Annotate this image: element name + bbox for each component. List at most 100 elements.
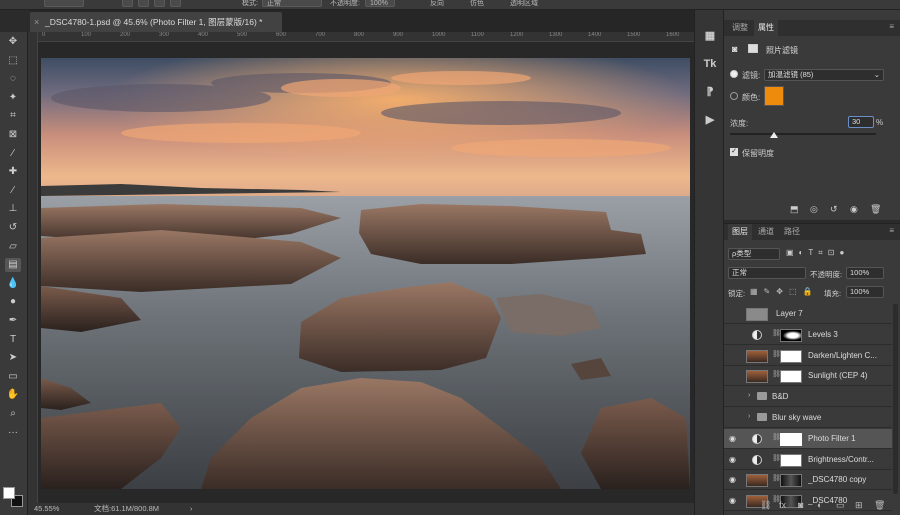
play-action-icon[interactable]: ▶ [701, 112, 719, 128]
zoom-level[interactable]: 45.55% [34, 503, 59, 515]
tab-paths[interactable]: 路径 [780, 224, 804, 240]
type-icon[interactable]: T [5, 333, 21, 347]
blur-icon[interactable]: 💧 [5, 277, 21, 291]
layer-row[interactable]: ⛓ Sunlight (CEP 4) [724, 366, 892, 387]
layer-kind-filter[interactable]: ρ类型 [728, 248, 780, 260]
mode-button-3[interactable] [154, 0, 165, 7]
status-menu-arrow-icon[interactable]: › [190, 503, 193, 515]
zoom-icon[interactable]: ⌕ [5, 407, 21, 421]
density-slider-thumb[interactable] [769, 132, 778, 138]
history-brush-icon[interactable]: ↺ [5, 221, 21, 235]
layer-row[interactable]: ⛓ Darken/Lighten C... [724, 346, 892, 366]
mode-button-4[interactable] [170, 0, 181, 7]
layer-row[interactable]: ◉ ⛓ Brightness/Contr... [724, 450, 892, 470]
layer-row[interactable]: Layer 7 [724, 304, 892, 324]
eye-hidden-icon[interactable] [729, 330, 739, 340]
fx-icon[interactable]: fx [779, 500, 786, 510]
layers-scrollbar[interactable] [893, 304, 898, 494]
paragraph-icon[interactable]: ⁋ [701, 84, 719, 100]
filter-radio[interactable] [730, 70, 738, 78]
layers-menu-icon[interactable]: ≡ [889, 226, 894, 235]
brush-icon[interactable]: ∕ [5, 184, 21, 198]
dither-checkbox[interactable]: 仿色 [470, 0, 484, 8]
eye-hidden-icon[interactable] [729, 351, 739, 361]
delete-icon[interactable]: 🗑 [870, 204, 881, 215]
document-image[interactable] [41, 58, 690, 489]
lock-icons[interactable]: ▦✎✥⬚🔒 [750, 287, 818, 296]
tab-adjustments[interactable]: 调整 [728, 20, 752, 36]
eye-icon[interactable]: ◉ [729, 455, 739, 465]
eye-hidden-icon[interactable] [729, 371, 739, 381]
mask-icon[interactable]: ◙ [798, 500, 803, 510]
layer-filter-icons[interactable]: ▣◐T⌗⊡● [786, 248, 849, 258]
eyedropper-icon[interactable]: ⁄ [5, 147, 21, 161]
reset-icon[interactable]: ↺ [830, 204, 838, 215]
marquee-icon[interactable]: ⬚ [5, 54, 21, 68]
brush-preset-picker[interactable] [44, 0, 84, 7]
clip-to-layer-icon[interactable]: ⬒ [790, 204, 799, 215]
link-icon[interactable]: ⛓ [760, 500, 771, 511]
close-tab-icon[interactable]: × [34, 12, 39, 32]
character-icon[interactable]: Tk [701, 56, 719, 72]
foreground-color-swatch[interactable] [3, 487, 15, 499]
preserve-luminosity-checkbox[interactable]: ✓ [730, 148, 738, 156]
reverse-checkbox[interactable]: 反向 [430, 0, 444, 8]
lasso-icon[interactable]: ◌ [5, 72, 21, 86]
pen-icon[interactable]: ✒ [5, 314, 21, 328]
color-swatches[interactable] [3, 487, 25, 509]
shape-icon[interactable]: ▭ [5, 370, 21, 384]
clone-stamp-icon[interactable]: ⊥ [5, 202, 21, 216]
layer-name: _DSC4780 copy [808, 475, 867, 485]
layer-row[interactable]: ⛓ Levels 3 [724, 325, 892, 345]
layers-comp-icon[interactable]: ▦ [701, 28, 719, 44]
visibility-icon[interactable]: ◉ [850, 204, 858, 215]
tab-properties[interactable]: 属性 [754, 20, 778, 36]
mode-select[interactable]: 正常 [262, 0, 322, 7]
canvas-area[interactable] [38, 42, 694, 503]
more-tools-icon[interactable]: ··· [5, 426, 21, 440]
transparency-checkbox[interactable]: 透明区域 [510, 0, 538, 8]
path-selection-icon[interactable]: ➤ [5, 351, 21, 365]
dodge-icon[interactable]: ● [5, 295, 21, 309]
layer-row[interactable]: › Blur sky wave [724, 408, 892, 428]
magic-wand-icon[interactable]: ✦ [5, 91, 21, 105]
group-icon[interactable]: ▭ [836, 500, 845, 511]
layer-opacity-field[interactable]: 100% [846, 267, 884, 279]
tab-layers[interactable]: 图层 [728, 224, 752, 240]
opacity-field[interactable]: 100% [365, 0, 395, 7]
layer-row[interactable]: ◉ ⛓ _DSC4780 copy [724, 470, 892, 491]
gradient-icon[interactable]: ▤ [5, 258, 21, 273]
fill-field[interactable]: 100% [846, 286, 884, 298]
eye-icon[interactable]: ◉ [729, 434, 739, 444]
color-radio[interactable] [730, 92, 738, 100]
layer-row[interactable]: ◉ ⛓ Photo Filter 1 [724, 428, 892, 449]
eraser-icon[interactable]: ▱ [5, 240, 21, 254]
view-previous-icon[interactable]: ◎ [810, 204, 818, 215]
document-tab[interactable]: × _DSC4780-1.psd @ 45.6% (Photo Filter 1… [30, 12, 282, 32]
new-layer-icon[interactable]: ⊞ [855, 500, 863, 511]
mode-button-1[interactable] [122, 0, 133, 7]
eye-hidden-icon[interactable] [729, 309, 739, 319]
eye-hidden-icon[interactable] [729, 392, 739, 402]
move-icon[interactable]: ✥ [5, 35, 21, 49]
blend-mode-select[interactable]: 正常 [728, 267, 806, 279]
panel-menu-icon[interactable]: ≡ [889, 22, 894, 31]
tab-channels[interactable]: 通道 [754, 224, 778, 240]
filter-color-swatch[interactable] [764, 86, 784, 106]
eye-icon[interactable]: ◉ [729, 475, 739, 485]
eye-hidden-icon[interactable] [729, 413, 739, 423]
healing-brush-icon[interactable]: ✚ [5, 165, 21, 179]
mode-button-2[interactable] [138, 0, 149, 7]
layer-row[interactable]: › B&D [724, 387, 892, 408]
chevron-right-icon[interactable]: › [748, 413, 750, 420]
density-slider-track[interactable] [730, 133, 876, 135]
density-field[interactable]: 30 [848, 116, 874, 128]
frame-icon[interactable]: ⊠ [5, 128, 21, 142]
adjustment-icon[interactable]: ◐ [817, 500, 822, 510]
hand-icon[interactable]: ✋ [5, 388, 21, 402]
trash-icon[interactable]: 🗑 [874, 500, 885, 511]
crop-icon[interactable]: ⌗ [5, 109, 21, 123]
chevron-right-icon[interactable]: › [748, 392, 750, 399]
filter-select[interactable]: 加温滤镜 (85) ⌄ [764, 69, 884, 81]
layer-name: B&D [772, 392, 789, 402]
